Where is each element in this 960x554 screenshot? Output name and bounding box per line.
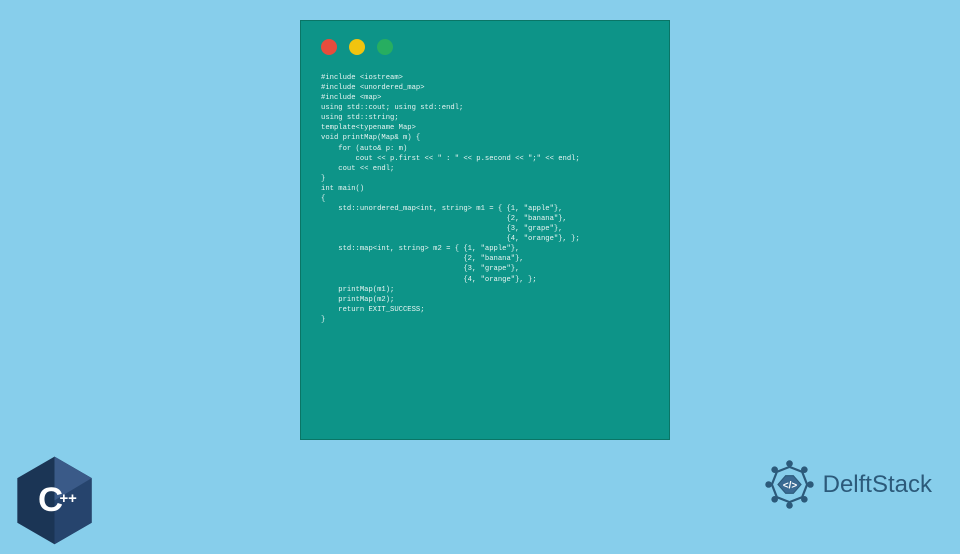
code-line: { [321,194,649,204]
code-line: std::unordered_map<int, string> m1 = { {… [321,204,649,214]
code-line: {4, "orange"}, }; [321,234,649,244]
code-line: #include <map> [321,93,649,103]
code-line: {4, "orange"}, }; [321,275,649,285]
code-line: return EXIT_SUCCESS; [321,305,649,315]
svg-text:++: ++ [59,491,77,507]
code-line: template<typename Map> [321,123,649,133]
code-line: cout << endl; [321,164,649,174]
code-line: for (auto& p: m) [321,144,649,154]
code-line: } [321,174,649,184]
code-line: printMap(m2); [321,295,649,305]
code-line: #include <unordered_map> [321,83,649,93]
cpp-logo-icon: C ++ [12,455,97,550]
code-line: cout << p.first << " : " << p.second << … [321,154,649,164]
code-line: #include <iostream> [321,73,649,83]
minimize-dot-icon [349,39,365,55]
maximize-dot-icon [377,39,393,55]
code-line: {2, "banana"}, [321,214,649,224]
close-dot-icon [321,39,337,55]
code-line: {2, "banana"}, [321,254,649,264]
delftstack-badge-icon: </> [762,457,817,512]
svg-text:</>: </> [783,480,798,491]
code-line: int main() [321,184,649,194]
code-line: } [321,315,649,325]
code-block: #include <iostream> #include <unordered_… [321,73,649,325]
window-controls [321,39,649,55]
code-line: {3, "grape"}, [321,224,649,234]
delftstack-logo: </> DelftStack [762,457,932,512]
code-line: printMap(m1); [321,285,649,295]
code-line: void printMap(Map& m) { [321,133,649,143]
brand-name: DelftStack [823,471,932,499]
code-line: std::map<int, string> m2 = { {1, "apple"… [321,244,649,254]
code-line: {3, "grape"}, [321,264,649,274]
code-line: using std::cout; using std::endl; [321,103,649,113]
code-terminal-window: #include <iostream> #include <unordered_… [300,20,670,440]
code-line: using std::string; [321,113,649,123]
